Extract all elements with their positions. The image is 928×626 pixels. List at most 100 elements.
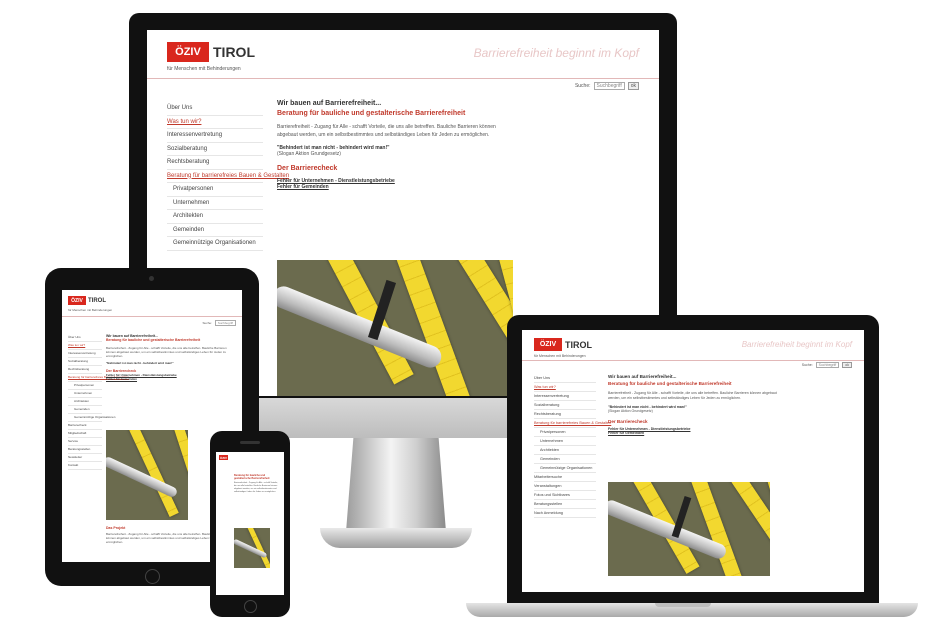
- monitor-nav-item[interactable]: Gemeinden: [167, 224, 263, 237]
- tablet-nav-item[interactable]: Gemeinnützige Organisationen: [68, 414, 115, 422]
- tablet-search: Suche: Suchbegriff: [203, 320, 236, 326]
- phone-logo[interactable]: ÖZIV: [219, 455, 228, 460]
- laptop-nav-item[interactable]: Sozialberatung: [534, 401, 596, 410]
- site-tagline: für Menschen mit Behinderungen: [167, 66, 241, 72]
- monitor-nav-item[interactable]: Sozialberatung: [167, 143, 263, 156]
- laptop-nav-item[interactable]: Über Uns: [534, 374, 596, 383]
- laptop-nav-item[interactable]: Beratungsstellen: [534, 500, 596, 509]
- laptop-search-button[interactable]: ok: [842, 362, 852, 368]
- tablet-nav-item[interactable]: Sozialberatung: [68, 358, 102, 366]
- monitor-nav-item[interactable]: Interessenvertretung: [167, 129, 263, 143]
- monitor-nav-item[interactable]: Unternehmen: [167, 197, 263, 210]
- monitor-nav-item[interactable]: Gemeinnützige Organisationen: [167, 237, 263, 251]
- phone-content: Beratung für bauliche und gestalterische…: [234, 474, 280, 494]
- monitor-nav-item[interactable]: Was tun wir?: [167, 116, 263, 129]
- tablet-camera: [149, 276, 154, 281]
- laptop-nav-item[interactable]: Rechtsberatung: [534, 410, 596, 419]
- tablet-nav-item[interactable]: Was tun wir?: [68, 342, 102, 350]
- phone-speaker: [240, 441, 260, 444]
- tablet-content: Wir bauen auf Barrierefreiheit... Beratu…: [106, 334, 236, 381]
- laptop-nav-item[interactable]: Nach Anmeldung: [534, 509, 596, 518]
- laptop-nav-item[interactable]: Mitarbeitersuche: [534, 473, 596, 482]
- laptop-nav-item[interactable]: Interessenvertretung: [534, 392, 596, 401]
- tablet-logo-word: TIROL: [88, 297, 106, 304]
- tablet-nav-item[interactable]: Unternehmen: [68, 390, 102, 398]
- site-search: Suche: Suchbegriff ok: [575, 82, 639, 90]
- laptop-sidebar-nav: Über Uns Was tun wir? Interessenvertretung…: [534, 374, 611, 518]
- intro-paragraph: Barrierefreiheit - Zugang für Alle - sch…: [277, 124, 496, 138]
- tablet-nav-item[interactable]: Architekten: [68, 398, 102, 406]
- laptop-banner: Barrierefreiheit beginnt im Kopf: [741, 340, 852, 349]
- tablet-nav-item[interactable]: Kontakt: [68, 462, 102, 470]
- logo-mark: ÖZIV: [167, 42, 209, 62]
- laptop-notch: [655, 603, 711, 607]
- laptop-link-2[interactable]: Fehler für Gemeinden: [608, 431, 778, 435]
- tablet-nav-item[interactable]: Rechtsberatung: [68, 366, 102, 374]
- phone-home-button[interactable]: [244, 600, 257, 613]
- tablet-nav-item[interactable]: Mitgliedschaft: [68, 430, 102, 438]
- tablet-logo-mark: ÖZIV: [68, 296, 86, 305]
- laptop-nav-item[interactable]: Fotos und Sichtbares: [534, 491, 596, 500]
- tablet-nav-item[interactable]: Service: [68, 438, 102, 446]
- monitor-nav-item[interactable]: Beratung für barrierefreies Bauen & Gest…: [167, 170, 289, 183]
- laptop-paragraph: Barrierefreiheit - Zugang für Alle - sch…: [608, 391, 777, 400]
- laptop-search-input[interactable]: Suchbegriff: [815, 362, 840, 368]
- monitor-stand-neck: [346, 430, 446, 532]
- page-heading: Wir bauen auf Barrierefreiheit...: [277, 100, 382, 107]
- laptop-nav-item[interactable]: Privatpersonen: [534, 428, 596, 437]
- laptop-screen: ÖZIV TIROL für Menschen mit Behinderunge…: [522, 330, 864, 592]
- tablet-subheading: Beratung für bauliche und gestalterische…: [106, 338, 201, 342]
- tablet-logo[interactable]: ÖZIV TIROL: [68, 296, 106, 305]
- tablet-search-label: Suche:: [202, 321, 212, 325]
- laptop-logo-word: TIROL: [565, 339, 592, 350]
- phone-heading: Beratung für bauliche und gestalterische…: [234, 474, 270, 480]
- logo-word: TIROL: [213, 44, 255, 60]
- laptop-nav-item[interactable]: Gemeinden: [534, 455, 596, 464]
- page-subheading: Beratung für bauliche und gestalterische…: [277, 110, 466, 117]
- tablet-sidebar-nav: Über Uns Was tun wir? Interessenvertretung…: [68, 334, 129, 470]
- tablet-search-input[interactable]: Suchbegriff: [214, 320, 236, 326]
- tablet-nav-item[interactable]: Über Uns: [68, 334, 102, 342]
- site-banner: Barrierefreiheit beginnt im Kopf: [473, 46, 639, 60]
- monitor-nav-item[interactable]: Rechtsberatung: [167, 156, 263, 170]
- monitor-nav-item[interactable]: Privatpersonen: [167, 183, 263, 197]
- tablet-nav-item[interactable]: Barrierecheck: [68, 422, 102, 430]
- tablet-nav-item[interactable]: Privatpersonen: [68, 382, 102, 390]
- tablet-nav-item[interactable]: Interessenvertretung: [68, 350, 102, 358]
- tablet-nav-item[interactable]: Gemeinden: [68, 406, 102, 414]
- laptop-subheading: Beratung für bauliche und gestalterische…: [608, 381, 732, 386]
- laptop-nav-item[interactable]: Beratung für barrierefreies Bauen & Gest…: [534, 419, 611, 428]
- laptop-logo[interactable]: ÖZIV TIROL: [534, 338, 592, 351]
- search-input[interactable]: Suchbegriff: [593, 82, 625, 90]
- monitor-nav-item[interactable]: Architekten: [167, 210, 263, 224]
- tablet-nav-item[interactable]: Beratung für barrierefreies Bauen & Gest…: [68, 374, 129, 382]
- search-label: Suche:: [574, 83, 591, 89]
- laptop-logo-mark: ÖZIV: [534, 338, 562, 351]
- laptop-nav-item[interactable]: Architekten: [534, 446, 596, 455]
- ruler-photo: [277, 260, 513, 396]
- tablet-nav-item[interactable]: Beratungsstellen: [68, 446, 102, 454]
- tablet-home-button[interactable]: [145, 569, 160, 584]
- laptop-search: Suche: Suchbegriff ok: [802, 362, 852, 368]
- search-button[interactable]: ok: [627, 82, 639, 90]
- laptop-nav-item[interactable]: Gemeinnützige Organisationen: [534, 464, 596, 473]
- laptop-content: Wir bauen auf Barrierefreiheit... Beratu…: [608, 374, 778, 435]
- site-logo[interactable]: ÖZIV TIROL: [167, 42, 255, 62]
- laptop-nav-item[interactable]: Unternehmen: [534, 437, 596, 446]
- monitor-stand-base: [320, 528, 472, 548]
- laptop-heading: Wir bauen auf Barrierefreiheit...: [608, 374, 677, 379]
- tablet-link-2[interactable]: Fehler für Gemeinden: [106, 377, 236, 381]
- quote-source: (Slogan Aktion Grundgesetz): [277, 151, 341, 157]
- main-content: Wir bauen auf Barrierefreiheit... Beratu…: [277, 100, 513, 190]
- phone-paragraph: Barrierefreiheit - Zugang für Alle - sch…: [234, 482, 278, 493]
- phone-screen: ÖZIV Beratung für bauliche und gestalter…: [216, 452, 284, 595]
- laptop-quote-source: (Slogan Aktion Grundgesetz): [608, 409, 653, 413]
- laptop-nav-item[interactable]: Veranstaltungen: [534, 482, 596, 491]
- laptop-search-label: Suche:: [801, 363, 813, 367]
- tablet-photo: [106, 430, 188, 520]
- laptop-nav-item[interactable]: Was tun wir?: [534, 383, 596, 392]
- tablet-nav-item[interactable]: Newsletter: [68, 454, 102, 462]
- tablet-tagline: für Menschen mit Behinderungen: [68, 308, 113, 312]
- link-municipalities[interactable]: Fehler für Gemeinden: [277, 184, 513, 190]
- monitor-nav-item[interactable]: Über Uns: [167, 102, 263, 116]
